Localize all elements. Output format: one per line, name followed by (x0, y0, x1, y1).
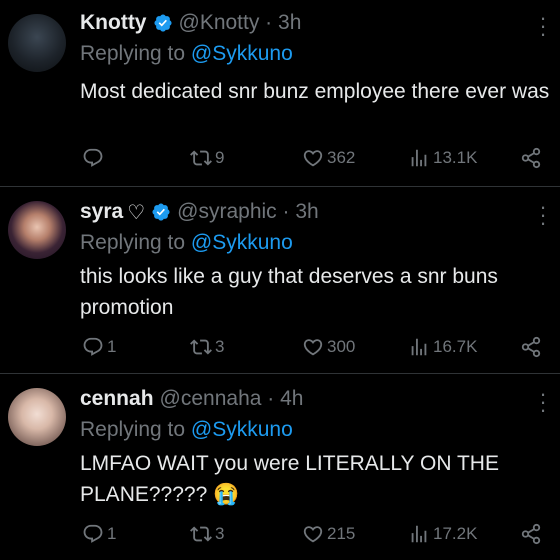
share-button[interactable] (520, 146, 545, 170)
retweet-button[interactable]: 3 (190, 522, 224, 546)
reply-count: 1 (107, 524, 117, 543)
views-count: 17.2K (433, 524, 478, 543)
retweet-icon (190, 150, 212, 166)
like-icon (303, 150, 323, 167)
display-name[interactable]: Knotty (80, 11, 147, 35)
replying-to: Replying to @Sykkuno (80, 42, 293, 66)
display-name[interactable]: cennah (80, 387, 154, 411)
tweet-text: this looks like a guy that deserves a sn… (80, 265, 498, 319)
replying-to-link[interactable]: @Sykkuno (191, 42, 293, 65)
avatar[interactable] (8, 388, 66, 446)
reply-count: 1 (107, 337, 117, 356)
tweet[interactable]: Knotty @Knotty · 3h · · · Replying to @Syk… (0, 0, 560, 186)
retweet-icon (190, 339, 212, 355)
tweet-header: cennah @cennaha · 4h (80, 384, 303, 414)
share-button[interactable] (520, 522, 545, 546)
verified-badge-icon (153, 14, 172, 32)
handle-and-time[interactable]: @syraphic · 3h (177, 200, 319, 224)
replying-prefix: Replying to (80, 231, 191, 254)
retweet-count: 3 (215, 337, 225, 356)
views-count: 16.7K (433, 337, 478, 356)
tweet[interactable]: cennah @cennaha · 4h · · · Replying to @Sy… (0, 374, 560, 560)
like-icon (303, 339, 323, 356)
reply-button[interactable]: 1 (82, 522, 116, 546)
retweet-count: 9 (215, 148, 225, 167)
display-name[interactable]: syra (80, 200, 123, 224)
retweet-button[interactable]: 3 (190, 335, 224, 359)
tweet[interactable]: syra ♡ @syraphic · 3h · · · Replying to @S… (0, 187, 560, 373)
tweet-header: Knotty @Knotty · 3h (80, 8, 301, 38)
like-button[interactable]: 215 (302, 522, 355, 546)
like-button[interactable]: 300 (302, 335, 355, 359)
views-button[interactable]: 16.7K (408, 335, 477, 359)
replying-to-link[interactable]: @Sykkuno (191, 418, 293, 441)
retweet-icon (190, 526, 212, 542)
views-count: 13.1K (433, 148, 478, 167)
like-count: 215 (327, 524, 356, 543)
replying-to-link[interactable]: @Sykkuno (191, 231, 293, 254)
views-icon (411, 525, 427, 543)
like-button[interactable]: 362 (302, 146, 355, 170)
share-icon (521, 523, 541, 545)
more-options-icon[interactable]: · · · (533, 7, 553, 45)
like-count: 362 (327, 148, 356, 167)
verified-badge-icon (152, 203, 170, 221)
share-icon (521, 147, 541, 169)
tweet-text: LMFAO WAIT you were LITERALLY ON THE PLA… (80, 452, 499, 506)
retweet-count: 3 (215, 524, 225, 543)
reply-button[interactable]: 1 (82, 335, 116, 359)
name-heart: ♡ (127, 201, 146, 224)
replying-to: Replying to @Sykkuno (80, 418, 293, 442)
retweet-button[interactable]: 9 (190, 146, 224, 170)
views-button[interactable]: 13.1K (408, 146, 477, 170)
replying-prefix: Replying to (80, 418, 191, 441)
replying-to: Replying to @Sykkuno (80, 231, 293, 255)
share-icon (521, 336, 541, 358)
more-options-icon[interactable]: · · · (533, 196, 553, 234)
views-button[interactable]: 17.2K (408, 522, 477, 546)
reply-icon (83, 337, 103, 356)
avatar[interactable] (8, 14, 66, 72)
handle-and-time[interactable]: @cennaha · 4h (160, 387, 304, 411)
views-icon (411, 338, 427, 356)
tweet-text: Most dedicated snr bunz employee there e… (80, 80, 550, 103)
tweet-header: syra ♡ @syraphic · 3h (80, 197, 319, 227)
more-options-icon[interactable]: · · · (533, 383, 553, 421)
avatar[interactable] (8, 201, 66, 259)
share-button[interactable] (520, 335, 545, 359)
like-icon (303, 526, 323, 543)
views-icon (411, 149, 427, 167)
handle-and-time[interactable]: @Knotty · 3h (179, 11, 302, 35)
reply-icon (83, 524, 103, 543)
like-count: 300 (327, 337, 356, 356)
replying-prefix: Replying to (80, 42, 191, 65)
reply-icon (83, 148, 103, 167)
reply-button[interactable] (82, 146, 107, 170)
